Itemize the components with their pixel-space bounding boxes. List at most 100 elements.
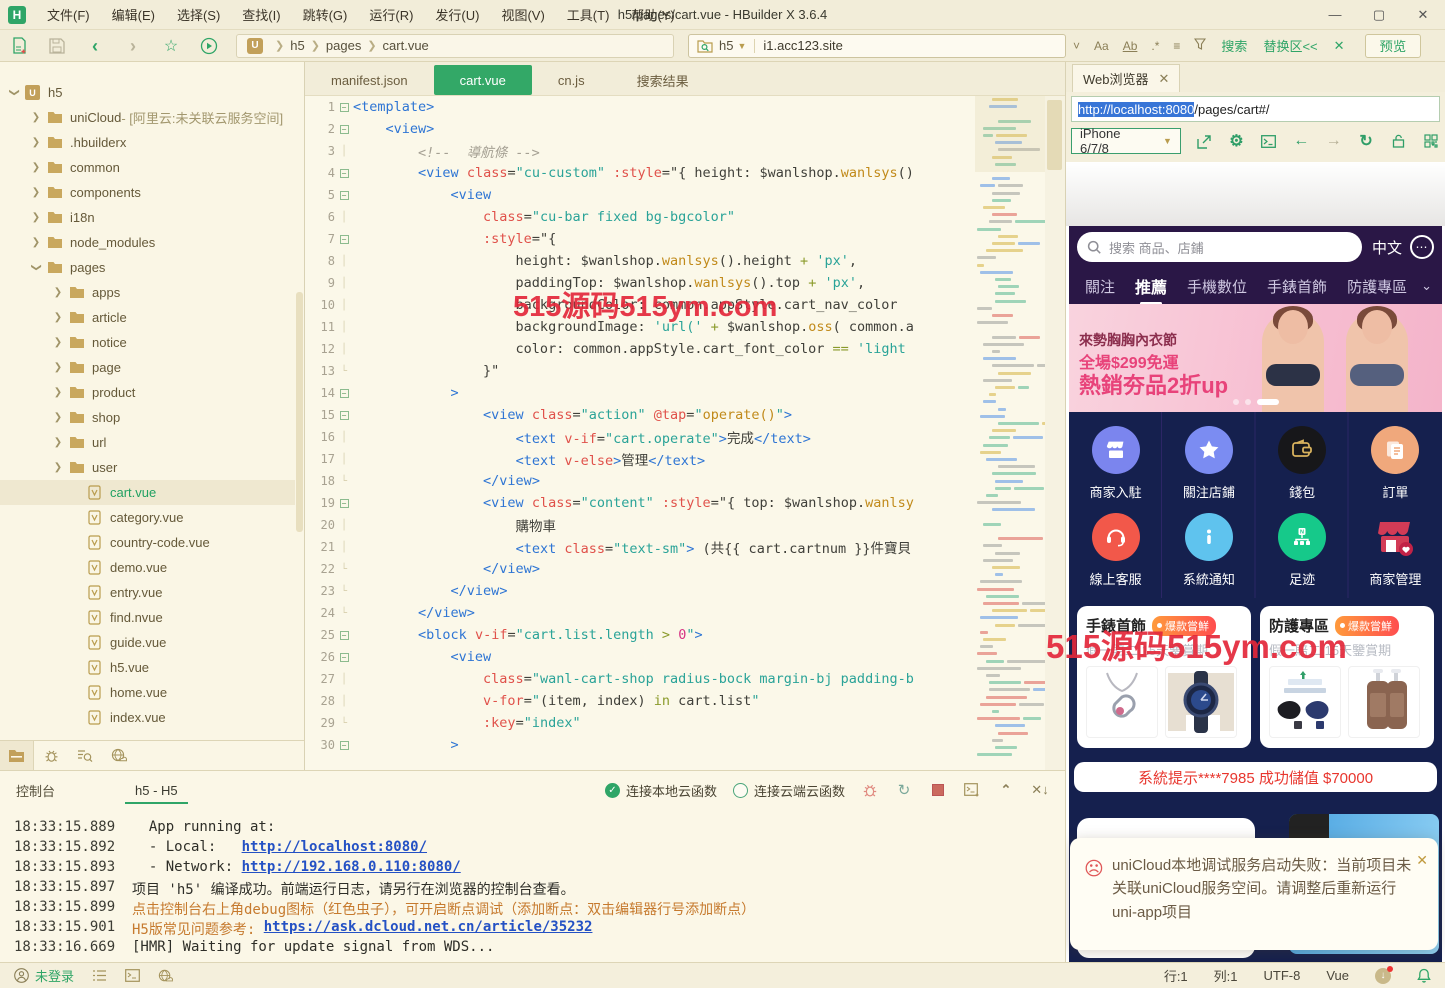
qr-code-icon[interactable] (1422, 131, 1440, 151)
cloud-tab-icon[interactable] (102, 741, 136, 770)
find-input[interactable]: i1.acc123.site (763, 38, 843, 53)
menu-item[interactable]: 查找(I) (231, 0, 291, 30)
menu-item[interactable]: 选择(S) (166, 0, 231, 30)
console-link[interactable]: https://ask.dcloud.net.cn/article/35232 (264, 919, 593, 939)
menu-item[interactable]: 视图(V) (490, 0, 555, 30)
tree-item-guide-vue[interactable]: guide.vue (0, 630, 295, 655)
multiline-icon[interactable]: ≡ (1173, 39, 1180, 53)
tree-item-category-vue[interactable]: category.vue (0, 505, 295, 530)
app-nav-tab-關注[interactable]: 關注 (1085, 276, 1115, 297)
line-number[interactable]: 12 (305, 342, 335, 356)
tree-item-article[interactable]: ❯article (0, 305, 295, 330)
app-nav-tab-手機數位[interactable]: 手機數位 (1187, 276, 1247, 297)
console-link[interactable]: http://localhost:8080/ (242, 839, 427, 859)
close-button[interactable]: ✕ (1401, 0, 1445, 30)
navigate-back-icon[interactable]: ‹ (82, 34, 108, 58)
local-cloud-functions-toggle[interactable]: ✓ 连接本地云函数 (605, 781, 717, 800)
code-line[interactable]: 5− <view (305, 184, 975, 206)
tree-chevron-icon[interactable]: ❯ (52, 387, 64, 398)
line-number[interactable]: 27 (305, 672, 335, 686)
fold-marker-icon[interactable]: − (335, 631, 353, 640)
save-icon[interactable] (44, 34, 70, 58)
menu-item[interactable]: 编辑(E) (101, 0, 166, 30)
language-switch[interactable]: 中文 (1372, 237, 1402, 258)
explorer-tab-icon[interactable] (0, 741, 34, 770)
menu-item[interactable]: 工具(T) (556, 0, 621, 30)
devtools-console-icon[interactable] (1260, 131, 1278, 151)
line-number[interactable]: 11 (305, 320, 335, 334)
regex-icon[interactable]: .* (1151, 39, 1159, 53)
tree-chevron-icon[interactable]: ❯ (30, 112, 42, 123)
notification-bell-icon[interactable] (1417, 968, 1431, 983)
match-case-icon[interactable]: Aa (1094, 39, 1109, 53)
code-line[interactable]: 12│ color: common.appStyle.cart_font_col… (305, 338, 975, 360)
tree-chevron-icon[interactable]: ❯ (52, 287, 64, 298)
menu-item[interactable]: 跳转(G) (292, 0, 359, 30)
line-number[interactable]: 28 (305, 694, 335, 708)
cursor-line-indicator[interactable]: 行:1 (1164, 966, 1188, 985)
url-bar[interactable]: http://localhost:8080/pages/cart#/ (1071, 96, 1440, 122)
tree-chevron-icon[interactable]: ❯ (31, 262, 42, 274)
line-number[interactable]: 9 (305, 276, 335, 290)
breadcrumb-file[interactable]: cart.vue (383, 38, 429, 53)
breadcrumb-project[interactable]: h5 (290, 38, 304, 53)
tree-chevron-icon[interactable]: ❯ (30, 212, 42, 223)
fold-marker-icon[interactable]: − (335, 235, 353, 244)
code-line[interactable]: 27│ class="wanl-cart-shop radius-bock ma… (305, 668, 975, 690)
new-file-icon[interactable] (6, 34, 32, 58)
app-search-bar[interactable]: 搜索 商品、店鋪 (1077, 232, 1362, 262)
app-nav-tab-手錶首飾[interactable]: 手錶首飾 (1267, 276, 1327, 297)
tree-item-product[interactable]: ❯product (0, 380, 295, 405)
tree-item-home-vue[interactable]: home.vue (0, 680, 295, 705)
carousel-dot[interactable] (1245, 399, 1251, 405)
line-number[interactable]: 19 (305, 496, 335, 510)
line-number[interactable]: 14 (305, 386, 335, 400)
editor-scrollbar-thumb[interactable] (1047, 100, 1062, 170)
grid-item-錢包[interactable]: 錢包 (1256, 426, 1349, 501)
product-thumb-mask[interactable] (1269, 666, 1341, 738)
restart-icon[interactable]: ↻ (895, 781, 913, 799)
refresh-icon[interactable]: ↻ (1357, 131, 1375, 151)
line-number[interactable]: 22 (305, 562, 335, 576)
tree-chevron-icon[interactable]: ❯ (30, 162, 42, 173)
tree-item-node_modules[interactable]: ❯node_modules (0, 230, 295, 255)
tree-chevron-icon[interactable]: ❯ (30, 237, 42, 248)
run-icon[interactable] (196, 34, 222, 58)
whole-word-icon[interactable]: Ab (1123, 39, 1138, 53)
collapse-find-icon[interactable]: ˅ (1073, 39, 1080, 53)
line-number[interactable]: 7 (305, 232, 335, 246)
grid-item-關注店鋪[interactable]: 關注店鋪 (1162, 426, 1255, 501)
fold-marker-icon[interactable]: − (335, 653, 353, 662)
fold-marker-icon[interactable]: − (335, 741, 353, 750)
new-terminal-icon[interactable] (963, 781, 981, 799)
tree-chevron-icon[interactable]: ❯ (52, 437, 64, 448)
browser-forward-icon[interactable]: → (1324, 131, 1342, 151)
maximize-button[interactable]: ▢ (1357, 0, 1401, 30)
code-line[interactable]: 19− <view class="content" :style="{ top:… (305, 492, 975, 514)
code-line[interactable]: 22└ </view> (305, 558, 975, 580)
tree-item-h5[interactable]: ❯Uh5 (0, 80, 295, 105)
tree-item-user[interactable]: ❯user (0, 455, 295, 480)
browser-back-icon[interactable]: ← (1292, 131, 1310, 151)
fold-marker-icon[interactable]: − (335, 103, 353, 112)
product-thumb-bottles[interactable] (1348, 666, 1420, 738)
line-number[interactable]: 18 (305, 474, 335, 488)
fold-marker-icon[interactable]: − (335, 389, 353, 398)
code-line[interactable]: 18└ </view> (305, 470, 975, 492)
language-mode-indicator[interactable]: Vue (1326, 968, 1349, 983)
code-line[interactable]: 29└ :key="index" (305, 712, 975, 734)
update-notification-icon[interactable]: ↓ (1375, 968, 1391, 984)
stop-icon[interactable] (929, 781, 947, 799)
tree-item-pages[interactable]: ❯pages (0, 255, 295, 280)
tree-item-uniCloud[interactable]: ❯uniCloud - [阿里云:未关联云服务空间] (0, 105, 295, 130)
fold-marker-icon[interactable]: − (335, 499, 353, 508)
line-number[interactable]: 30 (305, 738, 335, 752)
tree-item-notice[interactable]: ❯notice (0, 330, 295, 355)
settings-gear-icon[interactable]: ⚙ (1227, 131, 1245, 151)
minimap[interactable] (975, 96, 1045, 770)
tree-item-demo-vue[interactable]: demo.vue (0, 555, 295, 580)
editor-tab-cart-vue[interactable]: cart.vue (434, 65, 532, 95)
code-line[interactable]: 3│ <!-- 導航條 --> (305, 140, 975, 162)
menu-item[interactable]: 文件(F) (36, 0, 101, 30)
close-find-icon[interactable]: ✕ (1334, 38, 1345, 54)
